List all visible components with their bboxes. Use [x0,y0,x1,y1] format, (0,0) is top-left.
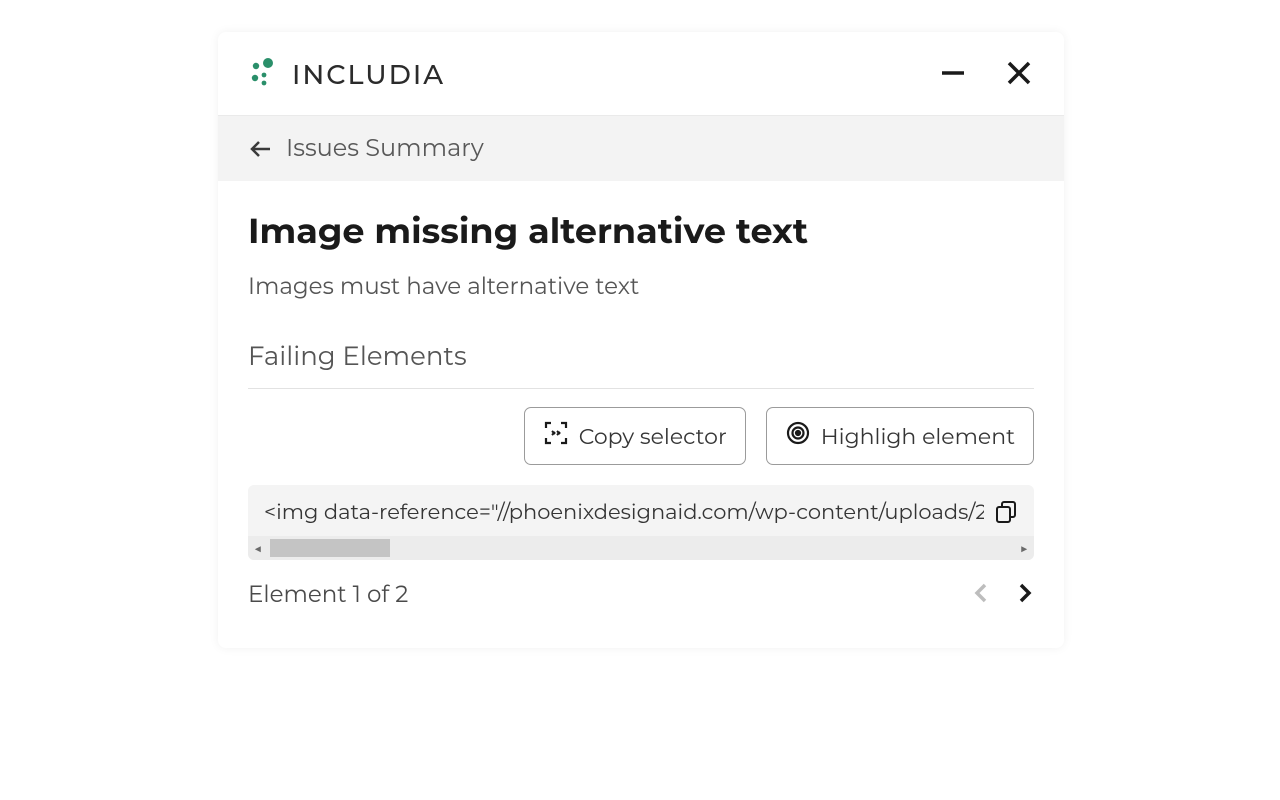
scroll-left-icon: ◀ [254,539,262,557]
panel-content: Image missing alternative text Images mu… [218,181,1064,648]
pager-label: Element 1 of 2 [248,580,408,608]
copy-selector-label: Copy selector [579,423,727,450]
pager-arrows [972,581,1034,608]
close-button[interactable] [1004,58,1034,91]
back-arrow-icon [248,136,274,162]
close-icon [1004,58,1034,91]
issue-title: Image missing alternative text [248,209,1034,252]
code-snippet-box: <img data-reference="//phoenixdesignaid.… [248,485,1034,560]
issue-detail-panel: INCLUDIA [218,32,1064,648]
next-element-button[interactable] [1016,581,1034,608]
target-icon [785,420,811,452]
minimize-icon [938,58,968,91]
selector-icon [543,420,569,452]
horizontal-scrollbar[interactable]: ◀ ▶ [248,536,1034,560]
brand: INCLUDIA [248,56,445,93]
code-snippet-text: <img data-reference="//phoenixdesignaid.… [264,500,984,525]
scrollbar-thumb[interactable] [270,539,390,557]
chevron-right-icon [1016,581,1034,608]
breadcrumb-bar[interactable]: Issues Summary [218,116,1064,181]
highlight-element-button[interactable]: Highligh element [766,407,1034,465]
minimize-button[interactable] [938,58,968,91]
breadcrumb-label: Issues Summary [286,134,484,163]
panel-header: INCLUDIA [218,32,1064,116]
highlight-element-label: Highligh element [821,423,1015,450]
issue-description: Images must have alternative text [248,272,1034,300]
copy-icon [994,499,1018,526]
prev-element-button[interactable] [972,581,990,608]
header-actions [938,58,1034,91]
chevron-left-icon [972,581,990,608]
brand-logo-icon [248,56,280,93]
copy-selector-button[interactable]: Copy selector [524,407,746,465]
failing-elements-heading: Failing Elements [248,340,1034,389]
element-actions: Copy selector Highligh element [248,407,1034,465]
brand-name: INCLUDIA [292,58,445,91]
element-pager: Element 1 of 2 [248,580,1034,608]
copy-code-button[interactable] [994,499,1018,526]
scroll-right-icon: ▶ [1020,539,1028,557]
